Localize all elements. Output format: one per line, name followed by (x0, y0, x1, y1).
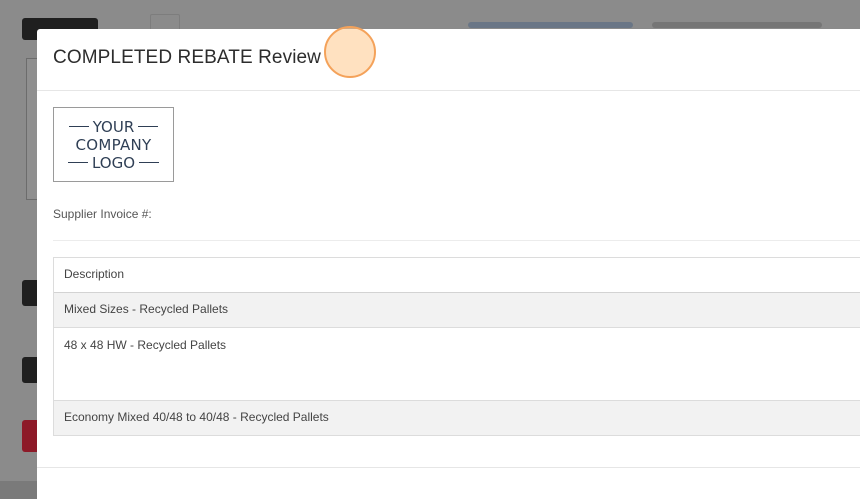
click-indicator (324, 26, 376, 78)
logo-text-your: YOUR (92, 117, 135, 136)
logo-dash (138, 126, 159, 127)
table-row: 48 x 48 HW - Recycled Pallets (54, 328, 860, 401)
logo-text-company: COMPANY (75, 135, 152, 154)
rebate-review-modal: COMPLETED REBATE Review YOUR COMPANY LOG… (37, 26, 860, 499)
background-link (468, 22, 633, 28)
table-row: Mixed Sizes - Recycled Pallets (54, 293, 860, 328)
company-logo: YOUR COMPANY LOGO (53, 107, 174, 182)
logo-row: LOGO (67, 153, 160, 172)
logo-dash (67, 162, 88, 163)
background-link (652, 22, 822, 28)
modal-title: COMPLETED REBATE Review (53, 47, 322, 68)
logo-row: YOUR (68, 117, 159, 136)
section-divider (53, 240, 860, 241)
table-header-description: Description (54, 258, 860, 293)
rebate-items-table: Description Mixed Sizes - Recycled Palle… (53, 257, 860, 436)
logo-dash (68, 126, 89, 127)
logo-dash (139, 162, 160, 163)
supplier-invoice-label: Supplier Invoice #: (53, 207, 152, 221)
logo-row: COMPANY (75, 136, 151, 154)
logo-text-logo: LOGO (91, 153, 136, 172)
modal-header: COMPLETED REBATE Review (37, 26, 860, 91)
table-row: Economy Mixed 40/48 to 40/48 - Recycled … (54, 401, 860, 435)
modal-footer-divider (37, 467, 860, 468)
